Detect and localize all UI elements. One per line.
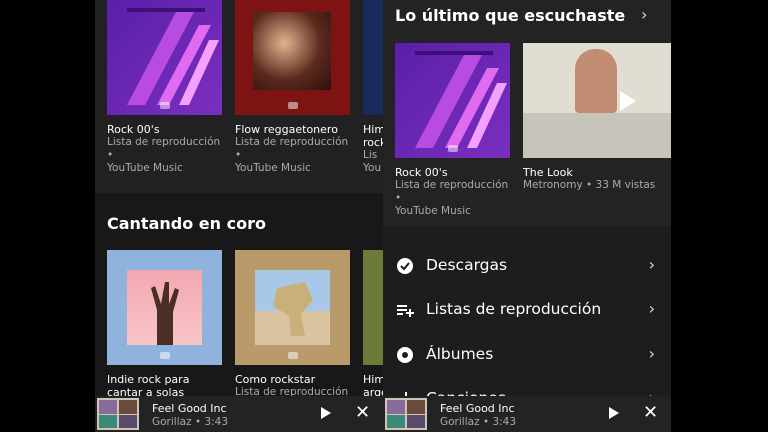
playlist-card[interactable]: Flow reggaetonero Lista de reproducción … xyxy=(235,0,350,175)
mini-player[interactable]: Feel Good Inc Gorillaz • 3:43 ✕ xyxy=(95,396,383,432)
card-subtitle: Lis xyxy=(363,149,378,161)
card-title-2: rock xyxy=(363,136,383,149)
now-playing-subtitle: Gorillaz • 3:43 xyxy=(152,416,229,428)
video-thumbnail xyxy=(523,43,671,158)
chevron-right-icon: › xyxy=(648,344,655,363)
youtube-icon xyxy=(287,352,298,359)
card-title: Como rockstar xyxy=(235,373,316,386)
now-playing-title: Feel Good Inc xyxy=(152,402,227,415)
playlist-thumbnail xyxy=(363,250,383,365)
playlist-icon xyxy=(397,305,414,317)
section-title: Lo último que escuchaste xyxy=(395,6,626,25)
playlist-thumbnail xyxy=(235,250,350,365)
card-title: Flow reggaetonero xyxy=(235,123,338,136)
home-pane: Rock 00's Lista de reproducción • YouTub… xyxy=(95,0,383,432)
playlist-thumbnail xyxy=(395,43,510,158)
card-subtitle: Lista de reproducción • xyxy=(107,136,221,161)
hand-photo xyxy=(127,270,202,345)
card-subtitle-2: You xyxy=(363,162,382,174)
party-photo xyxy=(253,12,331,90)
menu-item-label: Álbumes xyxy=(426,345,494,363)
card-subtitle-2: YouTube Music xyxy=(107,162,183,174)
playlist-card[interactable]: Him rock Lis You xyxy=(363,0,383,175)
chevron-right-icon[interactable]: › xyxy=(641,5,647,24)
card-subtitle-2: YouTube Music xyxy=(395,205,471,217)
menu-item-albumes[interactable]: Álbumes › xyxy=(383,334,671,378)
chevron-right-icon: › xyxy=(648,299,655,318)
card-title: Him xyxy=(363,373,383,386)
playlist-card[interactable]: Rock 00's Lista de reproducción • YouTub… xyxy=(107,0,222,175)
play-icon[interactable] xyxy=(321,407,331,419)
card-subtitle-2: YouTube Music xyxy=(235,162,311,174)
youtube-icon xyxy=(159,352,170,359)
play-icon[interactable] xyxy=(620,91,636,111)
playlist-thumbnail xyxy=(107,250,222,365)
album-icon xyxy=(397,347,413,363)
menu-item-descargas[interactable]: Descargas › xyxy=(383,245,671,289)
playlist-card[interactable]: Indie rock para cantar a solas xyxy=(107,250,222,399)
rockstar-photo xyxy=(255,270,330,345)
person-figure xyxy=(575,49,617,113)
play-icon[interactable] xyxy=(609,407,619,419)
video-card[interactable]: The Look Metronomy • 33 M vistas xyxy=(523,43,671,192)
menu-item-label: Listas de reproducción xyxy=(426,300,602,318)
close-icon[interactable]: ✕ xyxy=(355,402,370,423)
menu-item-label: Descargas xyxy=(426,256,508,274)
close-icon[interactable]: ✕ xyxy=(643,402,658,423)
section-title: Cantando en coro xyxy=(107,214,266,233)
playlist-thumbnail xyxy=(235,0,350,115)
youtube-icon xyxy=(159,102,170,109)
playlist-thumbnail xyxy=(107,0,222,115)
youtube-icon xyxy=(447,145,458,152)
keyboard-area xyxy=(523,113,671,158)
card-subtitle: Lista de reproducción • xyxy=(235,136,349,161)
card-title: Rock 00's xyxy=(107,123,160,136)
youtube-icon xyxy=(287,102,298,109)
album-art xyxy=(97,398,139,430)
download-check-icon xyxy=(397,258,413,274)
recent-card[interactable]: Rock 00's Lista de reproducción • YouTub… xyxy=(395,43,510,218)
playlist-card[interactable]: Him arge xyxy=(363,250,383,399)
menu-item-listas[interactable]: Listas de reproducción › xyxy=(383,289,671,333)
now-playing-subtitle: Gorillaz • 3:43 xyxy=(440,416,517,428)
library-pane: Lo último que escuchaste › Rock 00's Lis… xyxy=(383,0,671,432)
card-subtitle: Metronomy • 33 M vistas xyxy=(523,179,656,191)
chevron-right-icon: › xyxy=(648,255,655,274)
card-subtitle: Lista de reproducción • xyxy=(395,179,509,204)
playlist-thumbnail xyxy=(363,0,383,115)
mini-player[interactable]: Feel Good Inc Gorillaz • 3:43 ✕ xyxy=(383,396,671,432)
album-art xyxy=(385,398,427,430)
card-title: The Look xyxy=(523,166,573,179)
card-title: Rock 00's xyxy=(395,166,448,179)
card-title: Him xyxy=(363,123,383,136)
now-playing-title: Feel Good Inc xyxy=(440,402,515,415)
playlist-card[interactable]: Como rockstar Lista de reproducción • xyxy=(235,250,350,412)
